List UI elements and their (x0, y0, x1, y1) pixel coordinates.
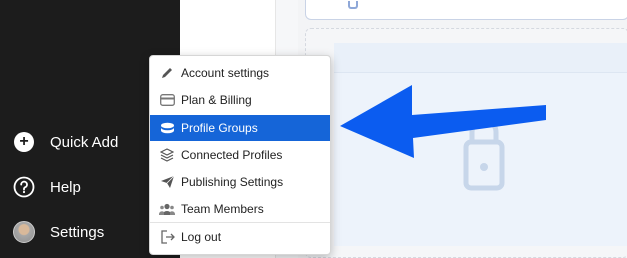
arrow-annotation-icon (340, 85, 546, 158)
